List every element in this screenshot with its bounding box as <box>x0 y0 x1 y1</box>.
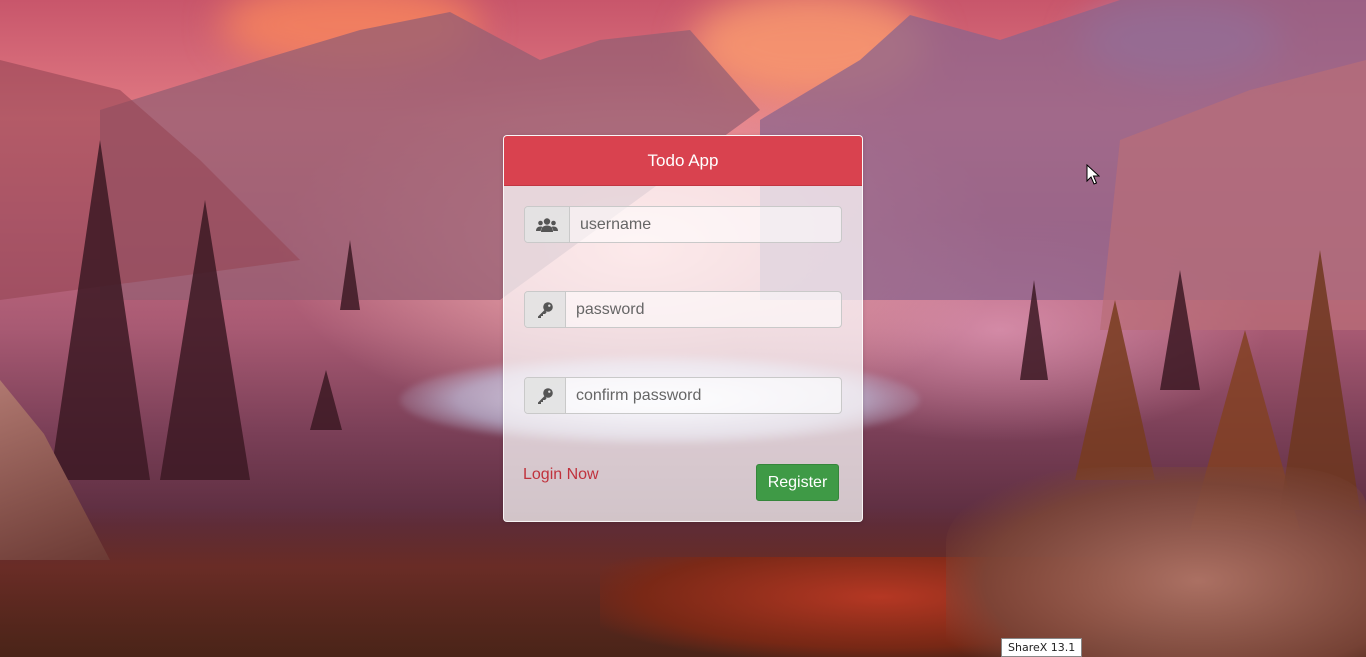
sharex-label: ShareX 13.1 <box>1008 641 1076 654</box>
key-icon <box>525 378 566 413</box>
password-group <box>524 291 842 328</box>
sharex-badge: ShareX 13.1 <box>1001 638 1083 657</box>
app-title: Todo App <box>647 150 719 170</box>
tree <box>340 240 360 310</box>
key-icon <box>525 292 566 327</box>
users-icon <box>525 207 570 242</box>
confirm-password-input[interactable] <box>566 378 841 413</box>
register-button[interactable]: Register <box>756 464 839 501</box>
tree <box>50 140 150 480</box>
tree <box>160 200 250 480</box>
tree <box>1075 300 1155 480</box>
tree <box>1020 280 1048 380</box>
mouse-cursor-icon <box>1086 164 1100 185</box>
password-input[interactable] <box>566 292 841 327</box>
confirm-password-group <box>524 377 842 414</box>
username-group <box>524 206 842 243</box>
tree <box>310 370 342 430</box>
username-input[interactable] <box>570 207 841 242</box>
login-now-link[interactable]: Login Now <box>523 466 599 484</box>
register-panel: Todo App username Login Now Register <box>503 135 863 522</box>
panel-header: Todo App <box>504 136 862 186</box>
rocks <box>946 467 1366 657</box>
